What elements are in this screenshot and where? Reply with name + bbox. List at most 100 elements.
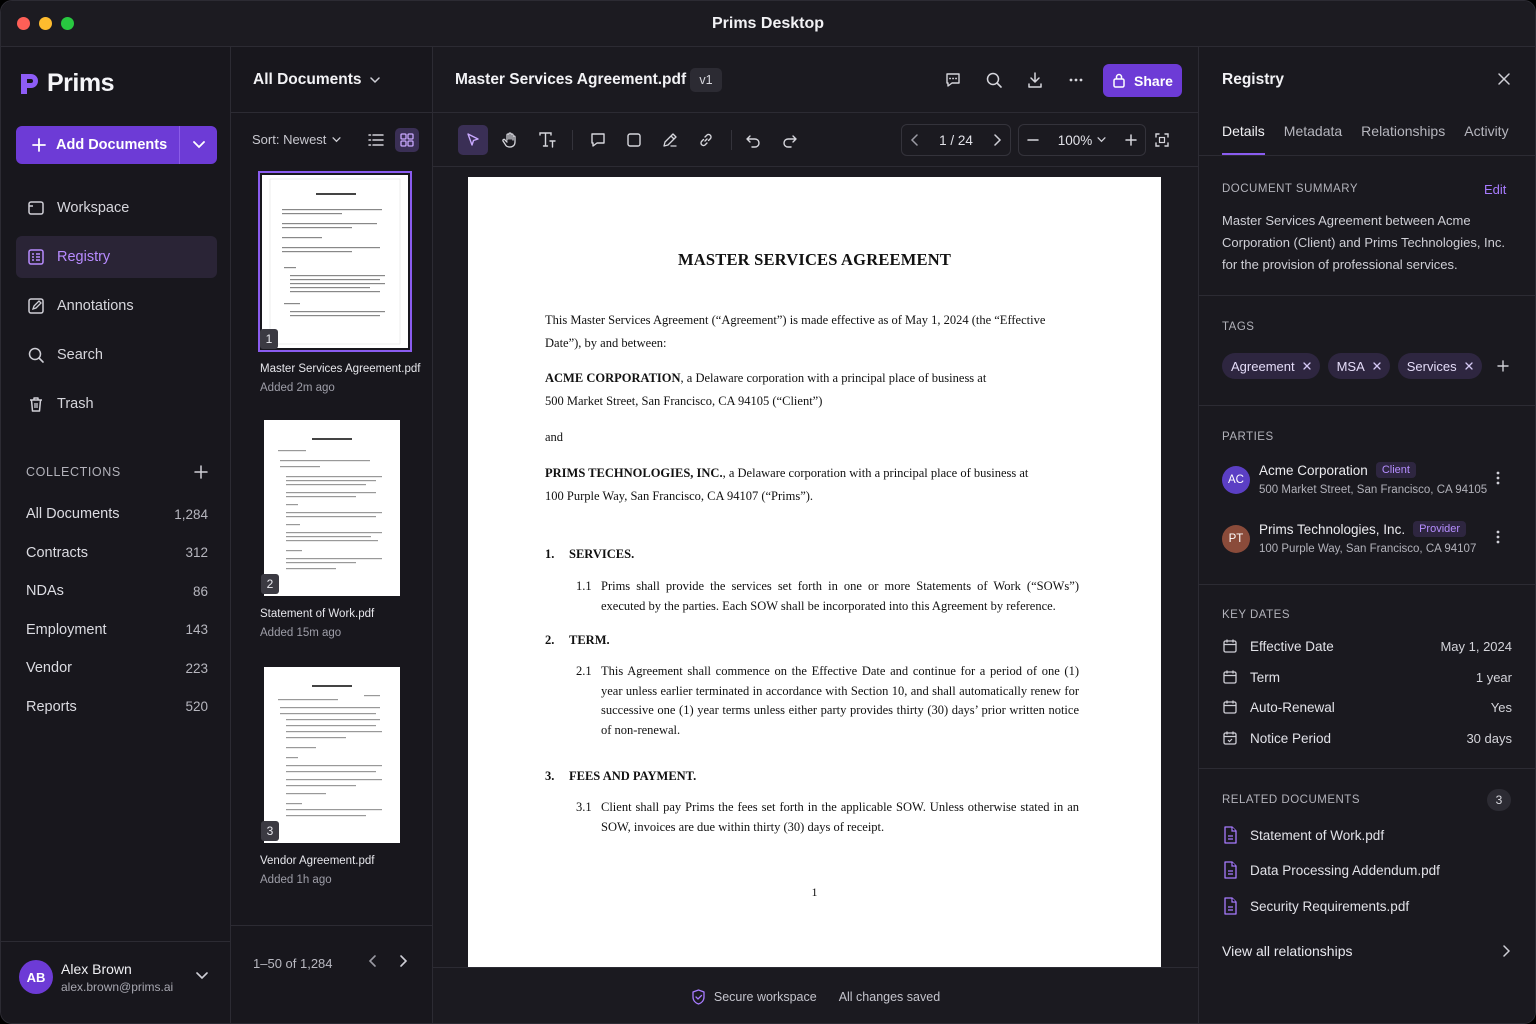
tag-list: Agreement MSA Services bbox=[1222, 353, 1516, 379]
zoom-in-icon[interactable] bbox=[1125, 134, 1137, 146]
tab-metadata[interactable]: Metadata bbox=[1284, 123, 1342, 155]
draw-tool[interactable] bbox=[655, 125, 685, 155]
add-collection-icon[interactable] bbox=[194, 465, 208, 479]
collection-vendor[interactable]: Vendor 223 bbox=[26, 649, 208, 688]
download-button[interactable] bbox=[1019, 64, 1051, 96]
subsection: 1.1 Prims shall provide the services set … bbox=[576, 577, 1079, 616]
chevron-right-icon[interactable] bbox=[992, 134, 1002, 146]
page-preview-image bbox=[278, 438, 382, 570]
party-item[interactable]: AC Acme Corporation Client 500 Market Str… bbox=[1222, 462, 1522, 506]
section-number: 1. bbox=[545, 547, 555, 561]
grid-icon bbox=[400, 133, 414, 147]
zoom-value: 100% bbox=[1057, 132, 1093, 148]
document-summary: Master Services Agreement between Acme C… bbox=[1222, 213, 1506, 272]
version-badge[interactable]: v1 bbox=[690, 68, 722, 92]
redo-button[interactable] bbox=[775, 125, 805, 155]
related-documents-label: RELATED DOCUMENTS bbox=[1222, 794, 1360, 806]
list-view-button[interactable] bbox=[365, 129, 387, 151]
add-documents-dropdown[interactable] bbox=[179, 126, 217, 164]
remove-tag-icon[interactable] bbox=[1464, 362, 1473, 370]
collection-reports[interactable]: Reports 520 bbox=[26, 688, 208, 727]
party-item[interactable]: PT Prims Technologies, Inc. Provider 100 … bbox=[1222, 521, 1522, 565]
sort-dropdown[interactable]: Sort: Newest bbox=[252, 132, 341, 147]
registry-icon bbox=[28, 249, 44, 265]
search-document-button[interactable] bbox=[978, 64, 1010, 96]
section-divider bbox=[1199, 584, 1535, 585]
add-documents-button[interactable]: Add Documents bbox=[16, 126, 179, 164]
more-vertical-icon[interactable] bbox=[1496, 471, 1500, 485]
calendar-icon bbox=[1223, 700, 1237, 714]
add-documents-label: Add Documents bbox=[56, 137, 168, 153]
link-tool[interactable] bbox=[691, 125, 721, 155]
section-title: TERM. bbox=[569, 633, 610, 647]
sidebar-item-trash[interactable]: Trash bbox=[16, 383, 217, 425]
undo-button[interactable] bbox=[738, 125, 768, 155]
grid-view-button[interactable] bbox=[395, 128, 419, 152]
page-preview-image bbox=[278, 685, 382, 817]
search-icon bbox=[28, 347, 44, 363]
document-thumbnail[interactable] bbox=[264, 667, 400, 843]
add-tag-button[interactable] bbox=[1490, 353, 1516, 379]
sidebar-item-label: Workspace bbox=[57, 200, 130, 216]
subsection-text: This Agreement shall commence on the Eff… bbox=[601, 664, 1079, 737]
hand-icon bbox=[502, 132, 516, 148]
zoom-out-icon[interactable] bbox=[1027, 134, 1039, 146]
sidebar-item-workspace[interactable]: Workspace bbox=[16, 187, 217, 229]
document-thumbnail[interactable] bbox=[258, 171, 412, 352]
document-thumbnail[interactable] bbox=[264, 420, 400, 596]
comment-tool[interactable] bbox=[583, 125, 613, 155]
more-vertical-icon[interactable] bbox=[1496, 530, 1500, 544]
comments-button[interactable] bbox=[937, 64, 969, 96]
remove-tag-icon[interactable] bbox=[1373, 362, 1381, 370]
close-icon[interactable] bbox=[1496, 71, 1512, 87]
select-tool[interactable] bbox=[458, 125, 488, 155]
collection-label: Vendor bbox=[26, 660, 72, 677]
subsection-number: 2.1 bbox=[576, 664, 592, 678]
tab-relationships[interactable]: Relationships bbox=[1361, 123, 1445, 155]
collection-ndas[interactable]: NDAs 86 bbox=[26, 572, 208, 611]
chevron-right-icon[interactable] bbox=[397, 954, 409, 968]
remove-tag-icon[interactable] bbox=[1302, 362, 1311, 370]
tag-chip[interactable]: MSA bbox=[1327, 353, 1390, 379]
cursor-icon bbox=[467, 133, 479, 146]
share-button[interactable]: Share bbox=[1103, 64, 1182, 97]
collection-employment[interactable]: Employment 143 bbox=[26, 611, 208, 650]
user-account[interactable]: AB Alex Brown alex.brown@prims.ai bbox=[1, 941, 230, 1023]
page-number-badge: 3 bbox=[261, 821, 279, 841]
collection-all-documents[interactable]: All Documents 1,284 bbox=[26, 495, 208, 534]
collection-contracts[interactable]: Contracts 312 bbox=[26, 534, 208, 573]
related-document-link[interactable]: Data Processing Addendum.pdf bbox=[1222, 861, 1440, 879]
chevron-left-icon[interactable] bbox=[910, 134, 920, 146]
sidebar-item-annotations[interactable]: Annotations bbox=[16, 285, 217, 327]
document-list-title: All Documents bbox=[253, 71, 362, 88]
workspace-icon bbox=[28, 201, 44, 215]
sidebar-item-search[interactable]: Search bbox=[16, 334, 217, 376]
document-list-filter[interactable]: All Documents bbox=[253, 71, 380, 89]
party-address: 100 Purple Way, San Francisco, CA 94107 bbox=[1259, 543, 1477, 555]
pan-tool[interactable] bbox=[495, 125, 525, 155]
sidebar-nav: Workspace Registry Annotations Search Tr… bbox=[16, 187, 217, 432]
edit-summary-link[interactable]: Edit bbox=[1484, 182, 1506, 197]
zoom-level[interactable]: 100% bbox=[1058, 133, 1107, 148]
fit-to-screen-button[interactable] bbox=[1147, 125, 1177, 155]
sidebar-item-registry[interactable]: Registry bbox=[16, 236, 217, 278]
section-divider bbox=[1199, 295, 1535, 296]
calendar-check-icon bbox=[1223, 731, 1237, 745]
more-options-button[interactable] bbox=[1060, 64, 1092, 96]
related-document-link[interactable]: Statement of Work.pdf bbox=[1222, 826, 1384, 844]
text-tool[interactable] bbox=[532, 125, 562, 155]
rectangle-tool[interactable] bbox=[619, 125, 649, 155]
page-indicator[interactable]: 1 / 24 bbox=[939, 133, 973, 148]
subsection: 2.1 This Agreement shall commence on the … bbox=[576, 662, 1079, 740]
tab-details[interactable]: Details bbox=[1222, 123, 1265, 155]
key-date-value: Yes bbox=[1490, 699, 1512, 715]
text-icon bbox=[539, 132, 556, 148]
related-document-link[interactable]: Security Requirements.pdf bbox=[1222, 897, 1409, 915]
chevron-left-icon[interactable] bbox=[367, 954, 379, 968]
tag-chip[interactable]: Services bbox=[1397, 353, 1482, 379]
view-all-relationships-link[interactable]: View all relationships bbox=[1222, 943, 1510, 959]
tab-activity[interactable]: Activity bbox=[1464, 123, 1508, 155]
party-two-name: PRIMS TECHNOLOGIES, INC. bbox=[545, 466, 723, 480]
chevron-down-icon[interactable] bbox=[196, 972, 208, 980]
tag-chip[interactable]: Agreement bbox=[1222, 353, 1320, 379]
